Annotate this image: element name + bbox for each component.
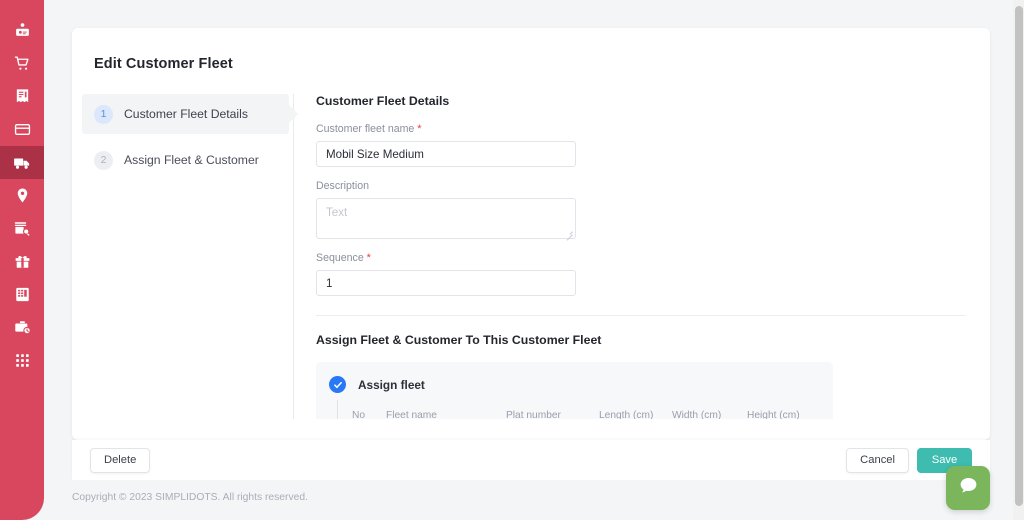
- column-fleet-name: Fleet name: [386, 410, 506, 419]
- sidebar-item-customer[interactable]: [0, 14, 44, 47]
- assign-fleet-header: Assign fleet: [316, 376, 833, 393]
- step-number-1: 1: [94, 104, 113, 124]
- page-title: Edit Customer Fleet: [94, 56, 233, 72]
- fleet-table-head: No Fleet name Plat number Length (cm) Wi…: [352, 410, 822, 419]
- step-number-2: 2: [94, 150, 113, 170]
- sidebar-item-attendance[interactable]: [0, 311, 44, 344]
- field-fleet-name: Customer fleet name *: [316, 123, 966, 167]
- chat-widget-button[interactable]: [946, 466, 990, 510]
- step-label-2: Assign Fleet & Customer: [124, 153, 259, 167]
- cancel-button[interactable]: Cancel: [846, 447, 909, 473]
- step-assign-fleet-customer[interactable]: 2 Assign Fleet & Customer: [82, 140, 289, 180]
- check-circle-icon[interactable]: [329, 376, 346, 393]
- description-wrapper: [316, 198, 576, 239]
- field-sequence: Sequence *: [316, 252, 966, 296]
- label-fleet-name-text: Customer fleet name: [316, 123, 415, 135]
- column-height-cm: Height (cm): [747, 410, 822, 419]
- fleet-name-input[interactable]: [316, 141, 576, 167]
- required-marker-sequence: *: [366, 252, 371, 264]
- step-customer-fleet-details[interactable]: 1 Customer Fleet Details: [82, 94, 289, 134]
- step-label-1: Customer Fleet Details: [124, 107, 248, 121]
- sequence-input[interactable]: [316, 270, 576, 296]
- fleet-table: No Fleet name Plat number Length (cm) Wi…: [352, 410, 822, 419]
- step-navigation: 1 Customer Fleet Details 2 Assign Fleet …: [72, 94, 294, 419]
- form-panel: Customer Fleet Details Customer fleet na…: [294, 94, 990, 419]
- map-pin-icon: [14, 187, 31, 204]
- briefcase-clock-icon: [14, 319, 31, 336]
- required-marker-fleet-name: *: [417, 123, 422, 135]
- edit-customer-fleet-card: Edit Customer Fleet 1 Customer Fleet Det…: [72, 28, 990, 440]
- gift-icon: [14, 253, 31, 270]
- receipt-icon: [14, 88, 31, 105]
- sidebar-item-reports[interactable]: [0, 278, 44, 311]
- sidebar-item-promo[interactable]: [0, 245, 44, 278]
- sidebar: [0, 0, 44, 520]
- sidebar-item-store-survey[interactable]: [0, 212, 44, 245]
- label-sequence: Sequence *: [316, 252, 966, 264]
- sidebar-item-location[interactable]: [0, 179, 44, 212]
- label-sequence-text: Sequence: [316, 252, 364, 264]
- user-card-icon: [14, 22, 31, 39]
- fleet-table-header-row: No Fleet name Plat number Length (cm) Wi…: [352, 410, 822, 419]
- grid-apps-icon: [15, 353, 30, 368]
- column-no: No: [352, 410, 386, 419]
- credit-card-icon: [14, 121, 31, 138]
- delete-button[interactable]: Delete: [90, 447, 151, 473]
- action-bar: Delete Cancel Save: [72, 440, 990, 480]
- section-title-assign: Assign Fleet & Customer To This Customer…: [316, 333, 602, 347]
- label-fleet-name: Customer fleet name *: [316, 123, 966, 135]
- assign-fleet-label: Assign fleet: [358, 377, 425, 392]
- label-description: Description: [316, 180, 369, 192]
- description-textarea[interactable]: [316, 198, 576, 239]
- column-length-cm: Length (cm): [599, 410, 672, 419]
- section-title-fleet-details: Customer Fleet Details: [316, 94, 450, 108]
- sidebar-item-invoices[interactable]: [0, 80, 44, 113]
- column-plat-number: Plat number: [506, 410, 599, 419]
- report-table-icon: [14, 286, 31, 303]
- delivery-truck-icon: [13, 154, 31, 172]
- assign-fleet-panel: Assign fleet No Fleet name Plat number L…: [316, 362, 833, 419]
- sidebar-item-payments[interactable]: [0, 113, 44, 146]
- chat-bubble-icon: [958, 475, 979, 501]
- section-divider: [316, 315, 966, 316]
- vertical-scrollbar-thumb[interactable]: [1015, 6, 1023, 506]
- shopping-cart-icon: [14, 55, 31, 72]
- sidebar-item-apps[interactable]: [0, 344, 44, 377]
- sidebar-item-delivery[interactable]: [0, 146, 44, 179]
- step-connector-line: [337, 400, 338, 419]
- page-content: Edit Customer Fleet 1 Customer Fleet Det…: [44, 0, 1024, 520]
- card-body: 1 Customer Fleet Details 2 Assign Fleet …: [72, 94, 990, 419]
- field-description: Description: [316, 180, 966, 239]
- footer-copyright: Copyright © 2023 SIMPLIDOTS. All rights …: [72, 492, 308, 503]
- store-search-icon: [13, 220, 31, 238]
- sidebar-item-orders[interactable]: [0, 47, 44, 80]
- column-width-cm: Width (cm): [672, 410, 747, 419]
